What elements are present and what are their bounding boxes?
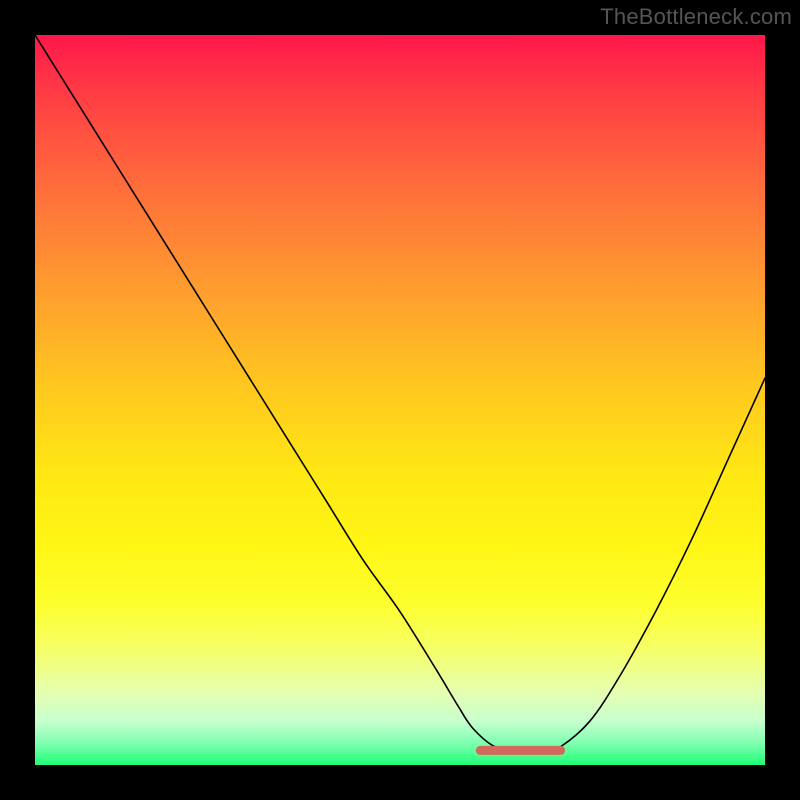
plot-area <box>35 35 765 765</box>
watermark-text: TheBottleneck.com <box>600 4 792 30</box>
chart-frame: TheBottleneck.com <box>0 0 800 800</box>
chart-svg <box>35 35 765 765</box>
bottleneck-curve <box>35 35 765 751</box>
